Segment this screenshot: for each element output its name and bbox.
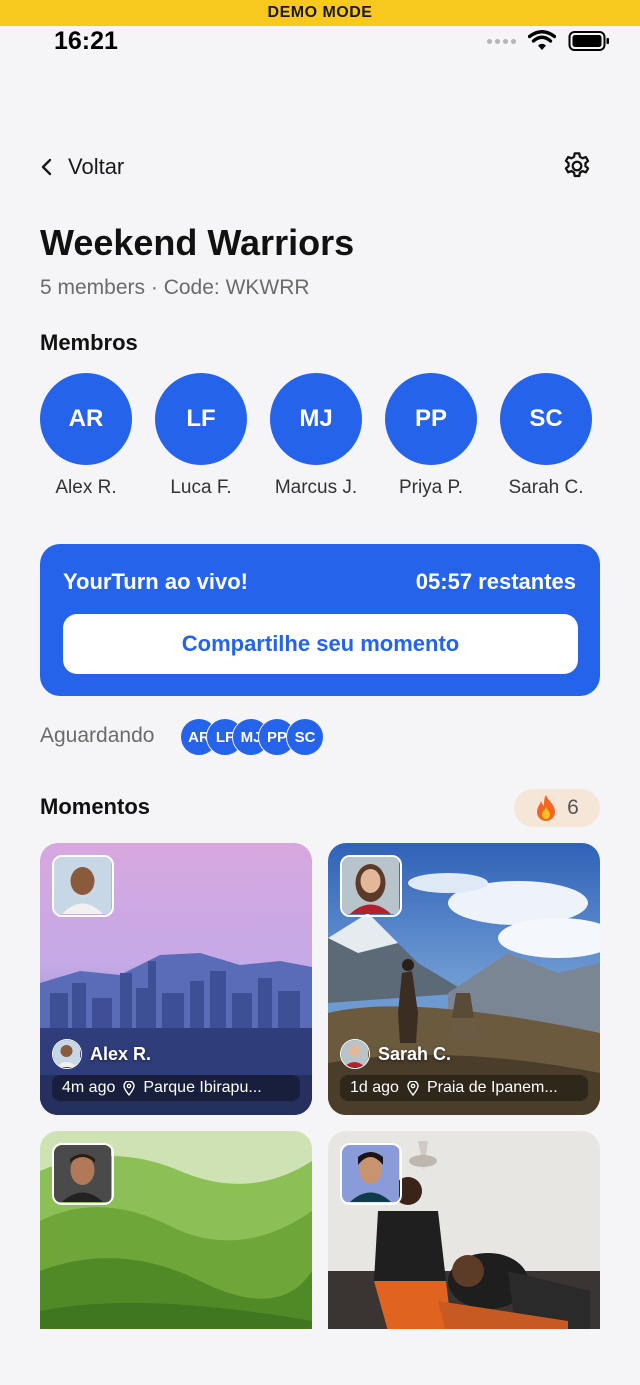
status-bar-time: 16:21 (54, 27, 118, 55)
moment-card[interactable] (328, 1131, 600, 1329)
status-bar-indicators (487, 30, 610, 52)
back-button[interactable]: Voltar (40, 150, 124, 184)
waiting-avatar: SC (286, 718, 324, 756)
waiting-avatars: AR LF MJ PP SC (180, 718, 330, 756)
member-item[interactable]: MJ Marcus J. (270, 373, 362, 499)
live-countdown: 05:57 restantes (415, 569, 576, 594)
battery-icon (568, 31, 609, 51)
member-item[interactable]: LF Luca F. (155, 373, 247, 499)
moment-meta: 1d ago Praia de Ipanem... (340, 1075, 588, 1101)
moment-author: Alex R. (52, 1039, 151, 1069)
wifi-icon (528, 30, 556, 50)
member-avatar: MJ (270, 373, 362, 465)
moment-card[interactable] (40, 1131, 312, 1329)
member-name: Alex R. (55, 477, 117, 498)
moment-meta: 4m ago Parque Ibirapu... (52, 1075, 300, 1101)
moment-selfie (52, 1143, 114, 1205)
member-item[interactable]: SC Sarah C. (500, 373, 592, 499)
moment-time: 4m ago (62, 1079, 116, 1096)
location-pin-icon (407, 1080, 419, 1096)
flame-icon (537, 795, 556, 821)
demo-mode-label: DEMO MODE (267, 4, 373, 21)
group-title: Weekend Warriors (40, 222, 355, 263)
member-name: Marcus J. (274, 477, 358, 498)
author-name: Sarah C. (378, 1043, 452, 1064)
back-label: Voltar (68, 154, 125, 179)
share-moment-button[interactable]: Compartilhe seu momento (63, 614, 578, 674)
moment-selfie (340, 1143, 402, 1205)
streak-count: 6 (567, 796, 579, 819)
member-avatar: PP (385, 373, 477, 465)
location-pin-icon (123, 1080, 136, 1096)
moments-section-title: Momentos (40, 794, 150, 819)
member-avatar: LF (155, 373, 247, 465)
member-item[interactable]: PP Priya P. (385, 373, 477, 499)
moment-selfie (52, 855, 114, 917)
moment-card[interactable]: Sarah C. 1d ago Praia de Ipanem... (328, 843, 600, 1115)
streak-badge: 6 (514, 789, 600, 827)
member-name: Luca F. (170, 477, 232, 498)
member-avatar: AR (40, 373, 132, 465)
author-avatar (52, 1039, 82, 1069)
moment-card[interactable]: Alex R. 4m ago Parque Ibirapu... (40, 843, 312, 1115)
cellular-signal-icon (487, 38, 516, 44)
live-turn-card: YourTurn ao vivo! 05:57 restantes Compar… (40, 544, 600, 696)
live-title: YourTurn ao vivo! (63, 569, 248, 594)
moment-author: Sarah C. (340, 1039, 451, 1069)
author-avatar (340, 1039, 370, 1069)
member-avatar: SC (500, 373, 592, 465)
member-name: Sarah C. (508, 477, 584, 498)
moment-selfie (340, 855, 402, 917)
demo-mode-banner: DEMO MODE (0, 0, 640, 26)
members-section-title: Membros (40, 330, 138, 355)
chevron-left-icon (41, 158, 52, 176)
moment-location: Praia de Ipanem... (426, 1079, 558, 1096)
moments-grid: Alex R. 4m ago Parque Ibirapu... Sarah C… (40, 843, 600, 1329)
member-item[interactable]: AR Alex R. (40, 373, 132, 499)
gear-icon[interactable] (561, 150, 593, 182)
moment-location: Parque Ibirapu... (143, 1079, 262, 1096)
group-subtitle: 5 members · Code: WKWRR (40, 276, 310, 299)
author-name: Alex R. (90, 1043, 152, 1064)
member-name: Priya P. (398, 477, 464, 498)
moment-time: 1d ago (350, 1079, 399, 1096)
waiting-label: Aguardando (40, 724, 155, 747)
members-list: AR Alex R. LF Luca F. MJ Marcus J. PP Pr… (40, 373, 592, 499)
